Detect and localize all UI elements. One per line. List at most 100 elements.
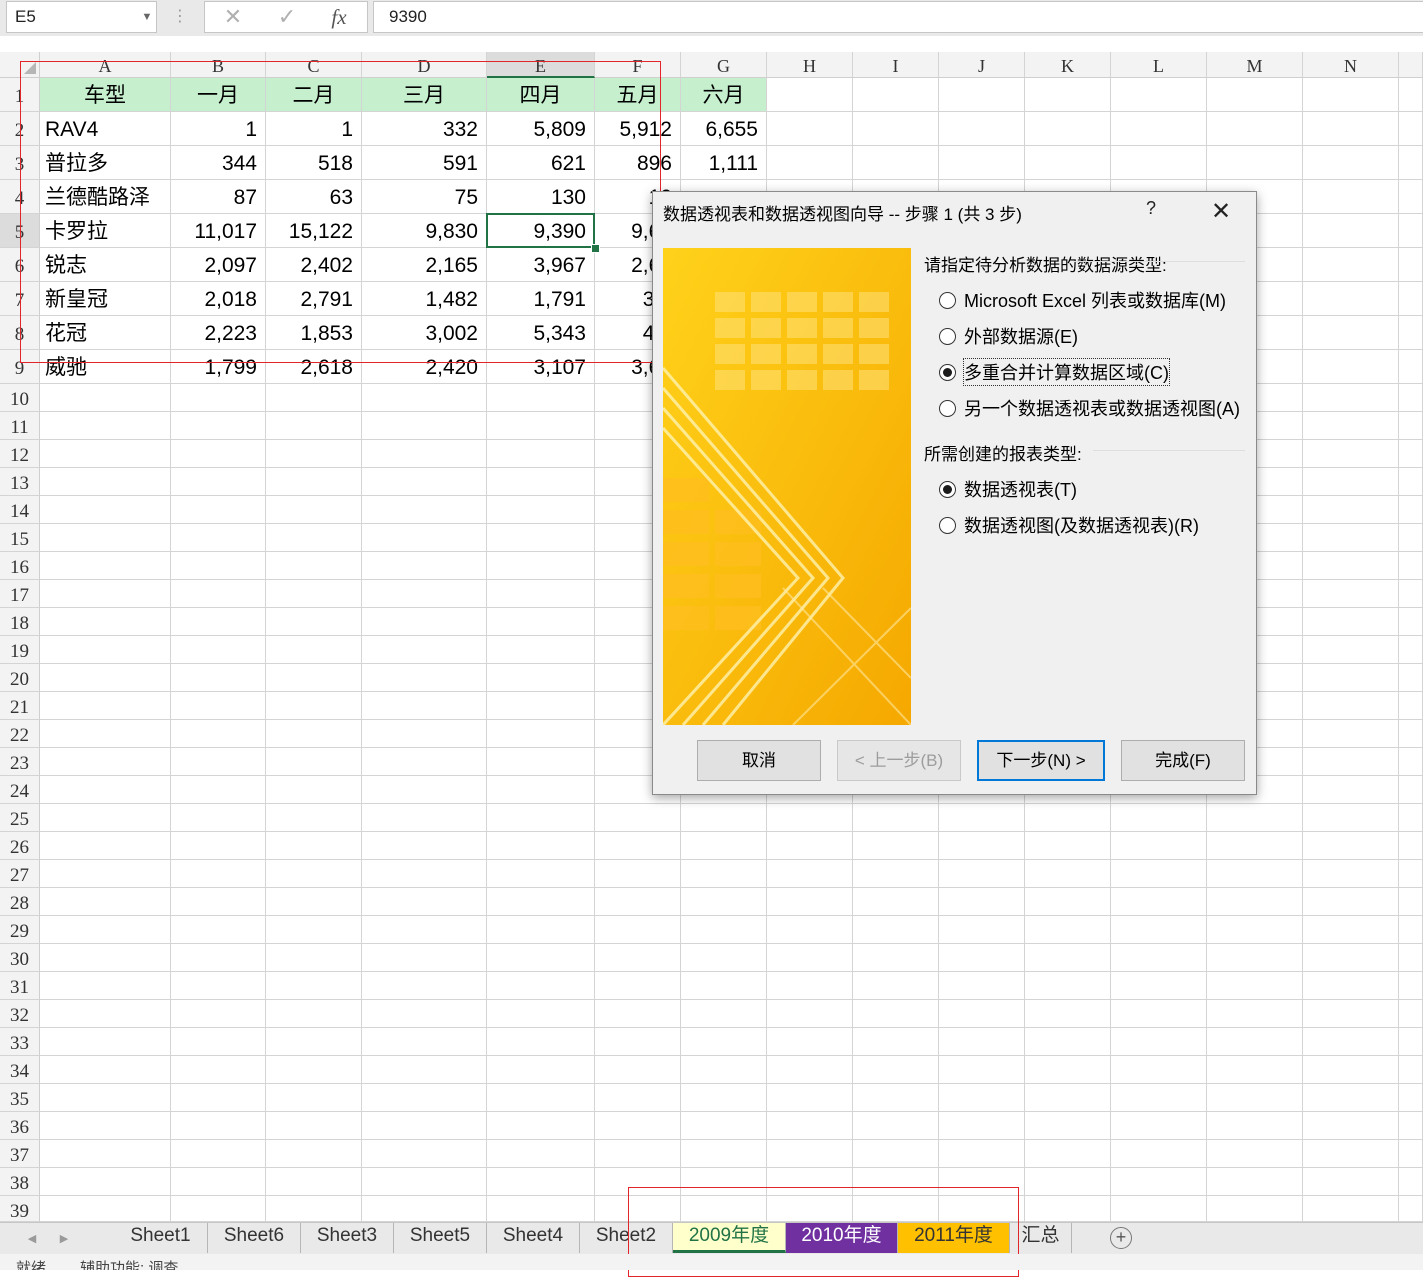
- cell[interactable]: [171, 1196, 266, 1222]
- value-cell[interactable]: 1,111: [681, 146, 767, 180]
- cell[interactable]: [1207, 888, 1303, 916]
- cell[interactable]: [40, 1084, 171, 1112]
- column-header[interactable]: D: [362, 52, 487, 78]
- cell[interactable]: [1303, 888, 1399, 916]
- cell[interactable]: [1025, 972, 1111, 1000]
- row-header[interactable]: 27: [0, 860, 40, 888]
- cell[interactable]: [362, 1140, 487, 1168]
- cell[interactable]: [40, 916, 171, 944]
- cell[interactable]: [1025, 1112, 1111, 1140]
- model-cell[interactable]: 威驰: [40, 350, 171, 384]
- value-cell[interactable]: 1,791: [487, 282, 595, 316]
- cell[interactable]: [853, 1140, 939, 1168]
- cell[interactable]: [681, 916, 767, 944]
- cell[interactable]: [1399, 146, 1423, 180]
- cell[interactable]: [767, 1056, 853, 1084]
- sheet-tab[interactable]: 2010年度: [786, 1223, 898, 1253]
- column-header[interactable]: F: [595, 52, 681, 78]
- cell[interactable]: [266, 804, 362, 832]
- cell[interactable]: [939, 1168, 1025, 1196]
- row-header[interactable]: 8: [0, 316, 40, 350]
- cell[interactable]: [853, 944, 939, 972]
- cell[interactable]: [853, 146, 939, 180]
- cell[interactable]: [1025, 888, 1111, 916]
- value-cell[interactable]: 11,017: [171, 214, 266, 248]
- cell[interactable]: [1111, 1000, 1207, 1028]
- cell[interactable]: [362, 832, 487, 860]
- cell[interactable]: [681, 1196, 767, 1222]
- row-header[interactable]: 9: [0, 350, 40, 384]
- cell[interactable]: [266, 860, 362, 888]
- cell[interactable]: [939, 1028, 1025, 1056]
- cell[interactable]: [1207, 944, 1303, 972]
- cell[interactable]: [939, 1084, 1025, 1112]
- row-header[interactable]: 35: [0, 1084, 40, 1112]
- cell[interactable]: [1303, 1028, 1399, 1056]
- cell[interactable]: [1111, 1196, 1207, 1222]
- cell[interactable]: [40, 468, 171, 496]
- cell[interactable]: [171, 860, 266, 888]
- column-header[interactable]: I: [853, 52, 939, 78]
- cell[interactable]: [1399, 664, 1423, 692]
- cell[interactable]: [266, 776, 362, 804]
- cell[interactable]: [1303, 1196, 1399, 1222]
- cell[interactable]: [1111, 1084, 1207, 1112]
- row-header[interactable]: 39: [0, 1196, 40, 1222]
- cell[interactable]: [595, 1168, 681, 1196]
- cell[interactable]: [1399, 468, 1423, 496]
- cell[interactable]: [1399, 832, 1423, 860]
- column-header[interactable]: B: [171, 52, 266, 78]
- radio-button[interactable]: [939, 363, 956, 381]
- sheet-tab[interactable]: Sheet5: [394, 1223, 487, 1253]
- cell[interactable]: [487, 888, 595, 916]
- cell[interactable]: [40, 1028, 171, 1056]
- model-cell[interactable]: 新皇冠: [40, 282, 171, 316]
- row-header[interactable]: 28: [0, 888, 40, 916]
- cell[interactable]: [1399, 1084, 1423, 1112]
- row-header[interactable]: 22: [0, 720, 40, 748]
- cell[interactable]: [767, 832, 853, 860]
- cell[interactable]: [171, 1112, 266, 1140]
- cell[interactable]: [1399, 248, 1423, 282]
- row-header[interactable]: 20: [0, 664, 40, 692]
- cell[interactable]: [1111, 832, 1207, 860]
- cell[interactable]: [171, 692, 266, 720]
- radio-button[interactable]: [939, 516, 956, 534]
- cell[interactable]: [40, 692, 171, 720]
- cell[interactable]: [1399, 888, 1423, 916]
- cell[interactable]: [266, 440, 362, 468]
- cell[interactable]: [853, 972, 939, 1000]
- cell[interactable]: [595, 1140, 681, 1168]
- row-header[interactable]: 31: [0, 972, 40, 1000]
- cell[interactable]: [362, 664, 487, 692]
- cell[interactable]: [595, 916, 681, 944]
- cell[interactable]: [266, 1112, 362, 1140]
- cell[interactable]: [1399, 1196, 1423, 1222]
- cell[interactable]: [362, 916, 487, 944]
- cell[interactable]: [1207, 78, 1303, 112]
- cell[interactable]: [1399, 180, 1423, 214]
- cell[interactable]: [595, 972, 681, 1000]
- row-header[interactable]: 37: [0, 1140, 40, 1168]
- cell[interactable]: [171, 1084, 266, 1112]
- cell[interactable]: [171, 496, 266, 524]
- cell[interactable]: [1399, 748, 1423, 776]
- header-cell[interactable]: 五月: [595, 78, 681, 112]
- cell[interactable]: [1303, 1084, 1399, 1112]
- cell[interactable]: [487, 1112, 595, 1140]
- accessibility-status[interactable]: 辅助功能: 调查: [80, 1260, 178, 1270]
- cell[interactable]: [1207, 916, 1303, 944]
- cell[interactable]: [362, 552, 487, 580]
- cell[interactable]: [266, 972, 362, 1000]
- cell[interactable]: [1111, 944, 1207, 972]
- cell[interactable]: [1399, 78, 1423, 112]
- cell[interactable]: [266, 1196, 362, 1222]
- cell[interactable]: [1207, 1112, 1303, 1140]
- source-type-option[interactable]: 多重合并计算数据区域(C): [939, 358, 1170, 386]
- cell[interactable]: [266, 1000, 362, 1028]
- cell[interactable]: [40, 1056, 171, 1084]
- model-cell[interactable]: 花冠: [40, 316, 171, 350]
- cell[interactable]: [171, 384, 266, 412]
- cell[interactable]: [171, 636, 266, 664]
- cell[interactable]: [40, 412, 171, 440]
